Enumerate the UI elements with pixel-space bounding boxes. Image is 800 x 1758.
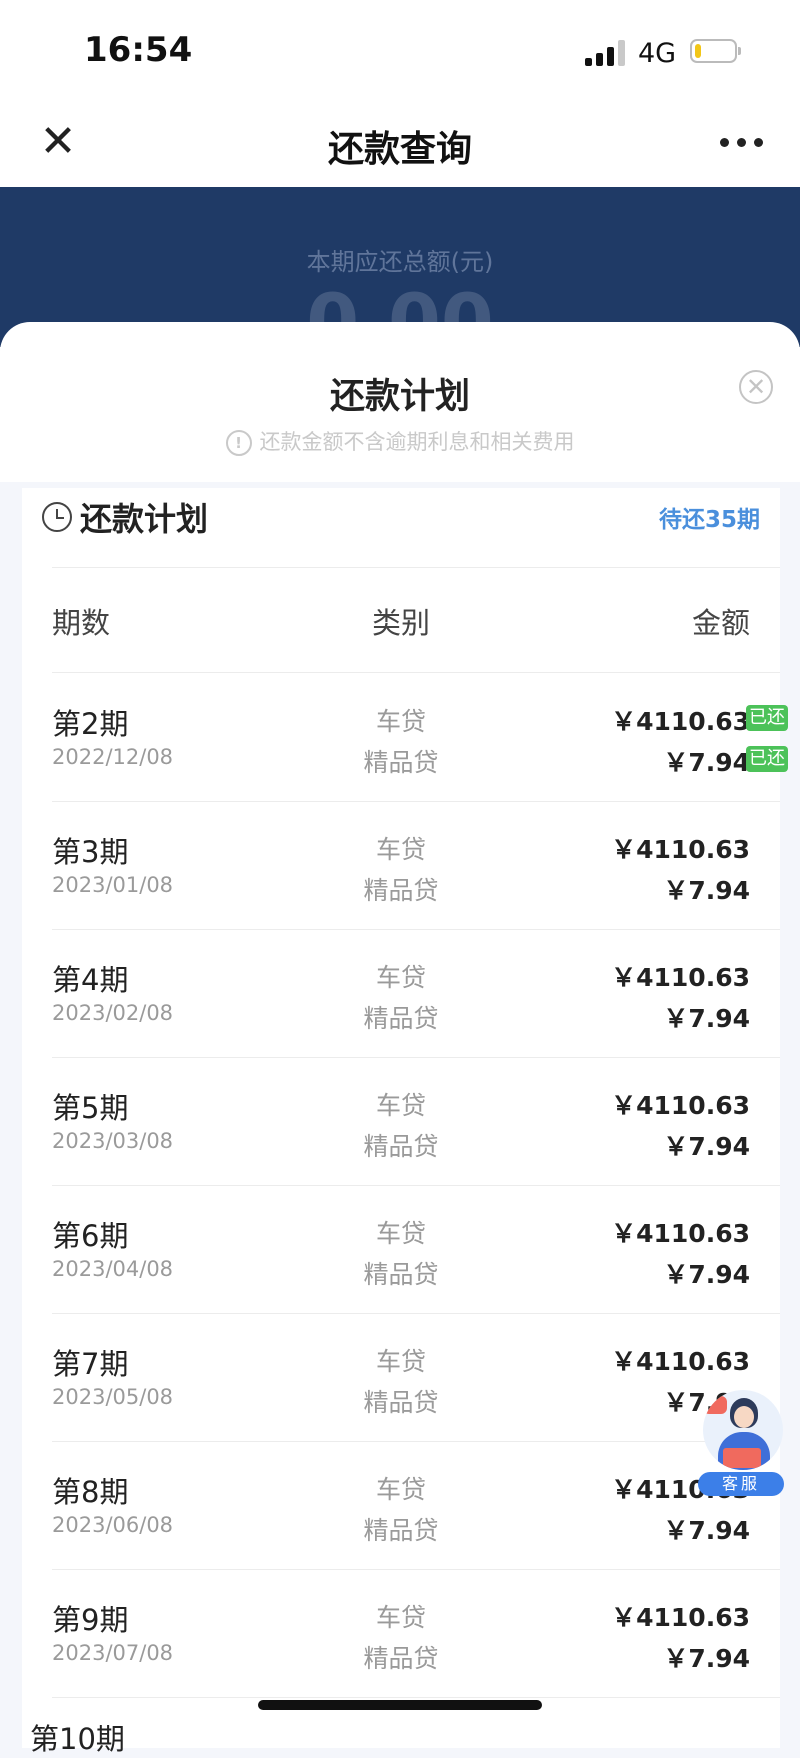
home-indicator <box>258 1700 542 1710</box>
loan-type: 精品贷 <box>363 1132 439 1161</box>
divider <box>52 567 780 568</box>
info-icon: ! <box>225 430 252 456</box>
loan-type: 精品贷 <box>363 1388 439 1417</box>
loan-type: 精品贷 <box>363 876 439 905</box>
table-header: 期数 类别 金额 <box>52 600 750 640</box>
more-dots-icon[interactable] <box>720 138 764 150</box>
loan-type: 精品贷 <box>363 748 439 777</box>
customer-service-avatar-icon <box>703 1390 783 1470</box>
table-row: 第9期 2023/07/08 车贷 精品贷 ￥4110.63 ￥7.94 <box>52 1569 780 1698</box>
battery-level <box>695 44 701 58</box>
amount-value: ￥7.94 <box>663 1004 750 1033</box>
table-row: 第2期 2022/12/08 车贷 精品贷 ￥4110.63 ￥7.94 已还 已还 <box>52 673 788 802</box>
table-row: 第7期2023/05/08车贷精品贷￥4110.63￥7.94 <box>52 1313 780 1442</box>
table-row: 第4期 2023/02/08 车贷 精品贷 ￥4110.63 ￥7.94 <box>52 929 780 1058</box>
nav-bar: ✕ 还款查询 <box>0 100 800 187</box>
amount-value: ￥4110.63 <box>611 707 750 736</box>
paid-badge: 已还 <box>746 705 788 731</box>
clock-icon <box>42 502 72 532</box>
table-row: 第8期 2023/06/08 车贷 精品贷 ￥4110.63 ￥7.94 <box>52 1441 780 1570</box>
amount-value: ￥7.94 <box>663 1260 750 1289</box>
header-amount: 金额 <box>691 606 750 640</box>
amount-value: ￥4110.63 <box>611 1219 750 1248</box>
amount-value: ￥4110.63 <box>611 1091 750 1120</box>
status-time: 16:54 <box>84 30 193 70</box>
sheet-title: 还款计划 <box>329 377 470 417</box>
loan-type: 精品贷 <box>363 1004 439 1033</box>
customer-service-button[interactable]: 客服 <box>695 1390 790 1500</box>
page-title: 还款查询 <box>327 129 472 170</box>
table-row: 第5期 2023/03/08 车贷 精品贷 ￥4110.63 ￥7.94 <box>52 1057 780 1186</box>
amount-value: ￥4110.63 <box>611 1347 750 1376</box>
hero-label: 本期应还总额(元) <box>306 248 494 276</box>
notice-text: 还款金额不含逾期利息和相关费用 <box>259 430 575 454</box>
signal-icon <box>585 40 627 66</box>
pending-periods-link[interactable]: 待还35期 <box>659 500 760 534</box>
status-bar: 16:54 4G <box>0 0 800 100</box>
loan-type: 精品贷 <box>363 1644 439 1673</box>
header-type: 类别 <box>371 606 430 640</box>
sheet-notice: ! 还款金额不含逾期利息和相关费用 <box>0 426 800 456</box>
paid-badge: 已还 <box>746 746 788 772</box>
partial-next-row: 第10期 <box>30 1722 125 1756</box>
amount-value: ￥7.94 <box>663 1644 750 1673</box>
amount-value: ￥7.94 <box>663 876 750 905</box>
amount-value: ￥7.94 <box>663 748 750 777</box>
amount-value: ￥7.94 <box>663 1132 750 1161</box>
card-title: 还款计划 <box>80 500 209 538</box>
network-label: 4G <box>638 38 677 69</box>
circle-close-icon[interactable]: ✕ <box>739 370 773 404</box>
loan-type: 精品贷 <box>363 1516 439 1545</box>
divider <box>52 1697 780 1698</box>
table-row: 第6期 2023/04/08 车贷 精品贷 ￥4110.63 ￥7.94 <box>52 1185 780 1314</box>
amount-value: ￥4110.63 <box>611 1603 750 1632</box>
customer-service-label: 客服 <box>698 1472 784 1496</box>
repayment-plan-card: 还款计划 待还35期 期数 类别 金额 第2期 2022/12/08 车贷 精品贷 ￥4… <box>22 488 788 1748</box>
battery-icon <box>690 39 741 63</box>
repayment-sheet-header: 还款计划 ✕ ! 还款金额不含逾期利息和相关费用 <box>0 322 800 482</box>
loan-type: 精品贷 <box>363 1260 439 1289</box>
table-row: 第3期 2023/01/08 车贷 精品贷 ￥4110.63 ￥7.94 <box>52 801 780 930</box>
amount-value: ￥4110.63 <box>611 963 750 992</box>
amount-value: ￥7.94 <box>663 1516 750 1545</box>
amount-value: ￥4110.63 <box>611 835 750 864</box>
